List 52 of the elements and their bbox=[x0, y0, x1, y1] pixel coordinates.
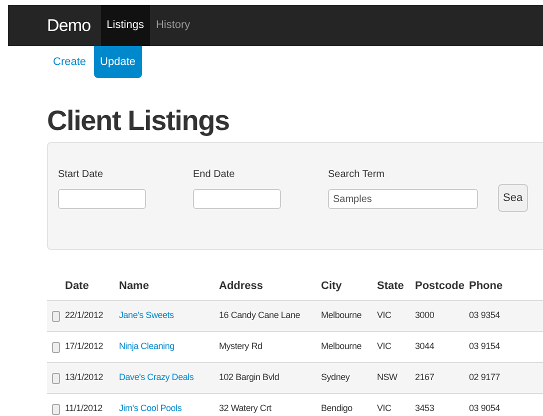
checkbox[interactable] bbox=[52, 372, 60, 384]
table-cell-text: 32 Watery Crt bbox=[219, 402, 272, 416]
table-cell-text: 3453 bbox=[415, 402, 436, 416]
table-cell-text: 3044 bbox=[415, 340, 436, 354]
field-label: Start Date bbox=[58, 168, 104, 182]
client-link[interactable]: Jane's Sweets bbox=[119, 309, 219, 323]
table-cell-text: VIC bbox=[377, 309, 392, 322]
checkbox[interactable] bbox=[52, 404, 60, 414]
column-header: Phone bbox=[469, 278, 504, 294]
table-cell-text: NSW bbox=[377, 371, 398, 384]
table-cell-text: 13/1/2012 bbox=[65, 371, 104, 384]
table-cell-text: 17/1/2012 bbox=[65, 340, 104, 354]
table-cell-text: Bendigo bbox=[321, 402, 354, 416]
client-link[interactable]: Ninja Cleaning bbox=[119, 340, 219, 354]
nav-pill[interactable]: Create bbox=[47, 46, 92, 78]
table-cell-text: 03 9154 bbox=[469, 340, 501, 354]
client-link[interactable]: Dave's Crazy Deals bbox=[119, 371, 219, 385]
table-cell-text: 102 Bargin Bvld bbox=[219, 371, 280, 384]
table-cell-text: 03 9354 bbox=[469, 309, 501, 322]
table-cell-text: VIC bbox=[377, 340, 392, 354]
table-cell-text: Melbourne bbox=[321, 340, 363, 354]
table-cell-text: 2167 bbox=[415, 371, 436, 384]
input-field[interactable]: Samples bbox=[328, 189, 478, 209]
brand-logo[interactable]: Demo bbox=[47, 12, 91, 38]
table-cell-text: 22/1/2012 bbox=[65, 309, 104, 322]
column-header: State bbox=[377, 278, 405, 294]
table-cell-text: Mystery Rd bbox=[219, 340, 264, 354]
input-field[interactable] bbox=[193, 189, 281, 209]
column-header: Date bbox=[65, 278, 90, 294]
nav-pill[interactable]: Update bbox=[94, 46, 142, 78]
table-cell-text: 11/1/2012 bbox=[65, 402, 104, 416]
table-cell-text: VIC bbox=[377, 402, 392, 416]
table-cell-text: 02 9177 bbox=[469, 371, 501, 384]
table-cell-text: Melbourne bbox=[321, 309, 363, 322]
table-cell-text: Sydney bbox=[321, 371, 351, 384]
input-field[interactable] bbox=[58, 189, 146, 209]
column-header: Address bbox=[219, 278, 264, 294]
table-cell-text: 16 Candy Cane Lane bbox=[219, 309, 302, 322]
client-link[interactable]: Jim's Cool Pools bbox=[119, 402, 219, 416]
field-label: Search Term bbox=[328, 168, 386, 182]
column-header: City bbox=[321, 278, 343, 294]
search-button[interactable]: Sea bbox=[498, 184, 528, 212]
table-cell-text: 3000 bbox=[415, 309, 436, 322]
nav-link[interactable]: History bbox=[150, 5, 196, 46]
field-label: End Date bbox=[193, 168, 236, 182]
table-cell-text: 03 9054 bbox=[469, 402, 501, 416]
nav-link[interactable]: Listings bbox=[100, 5, 150, 46]
page-title: Client Listings bbox=[47, 104, 230, 138]
checkbox[interactable] bbox=[52, 310, 60, 322]
column-header: Postcode bbox=[415, 278, 466, 294]
checkbox[interactable] bbox=[52, 342, 60, 352]
column-header: Name bbox=[119, 278, 150, 294]
